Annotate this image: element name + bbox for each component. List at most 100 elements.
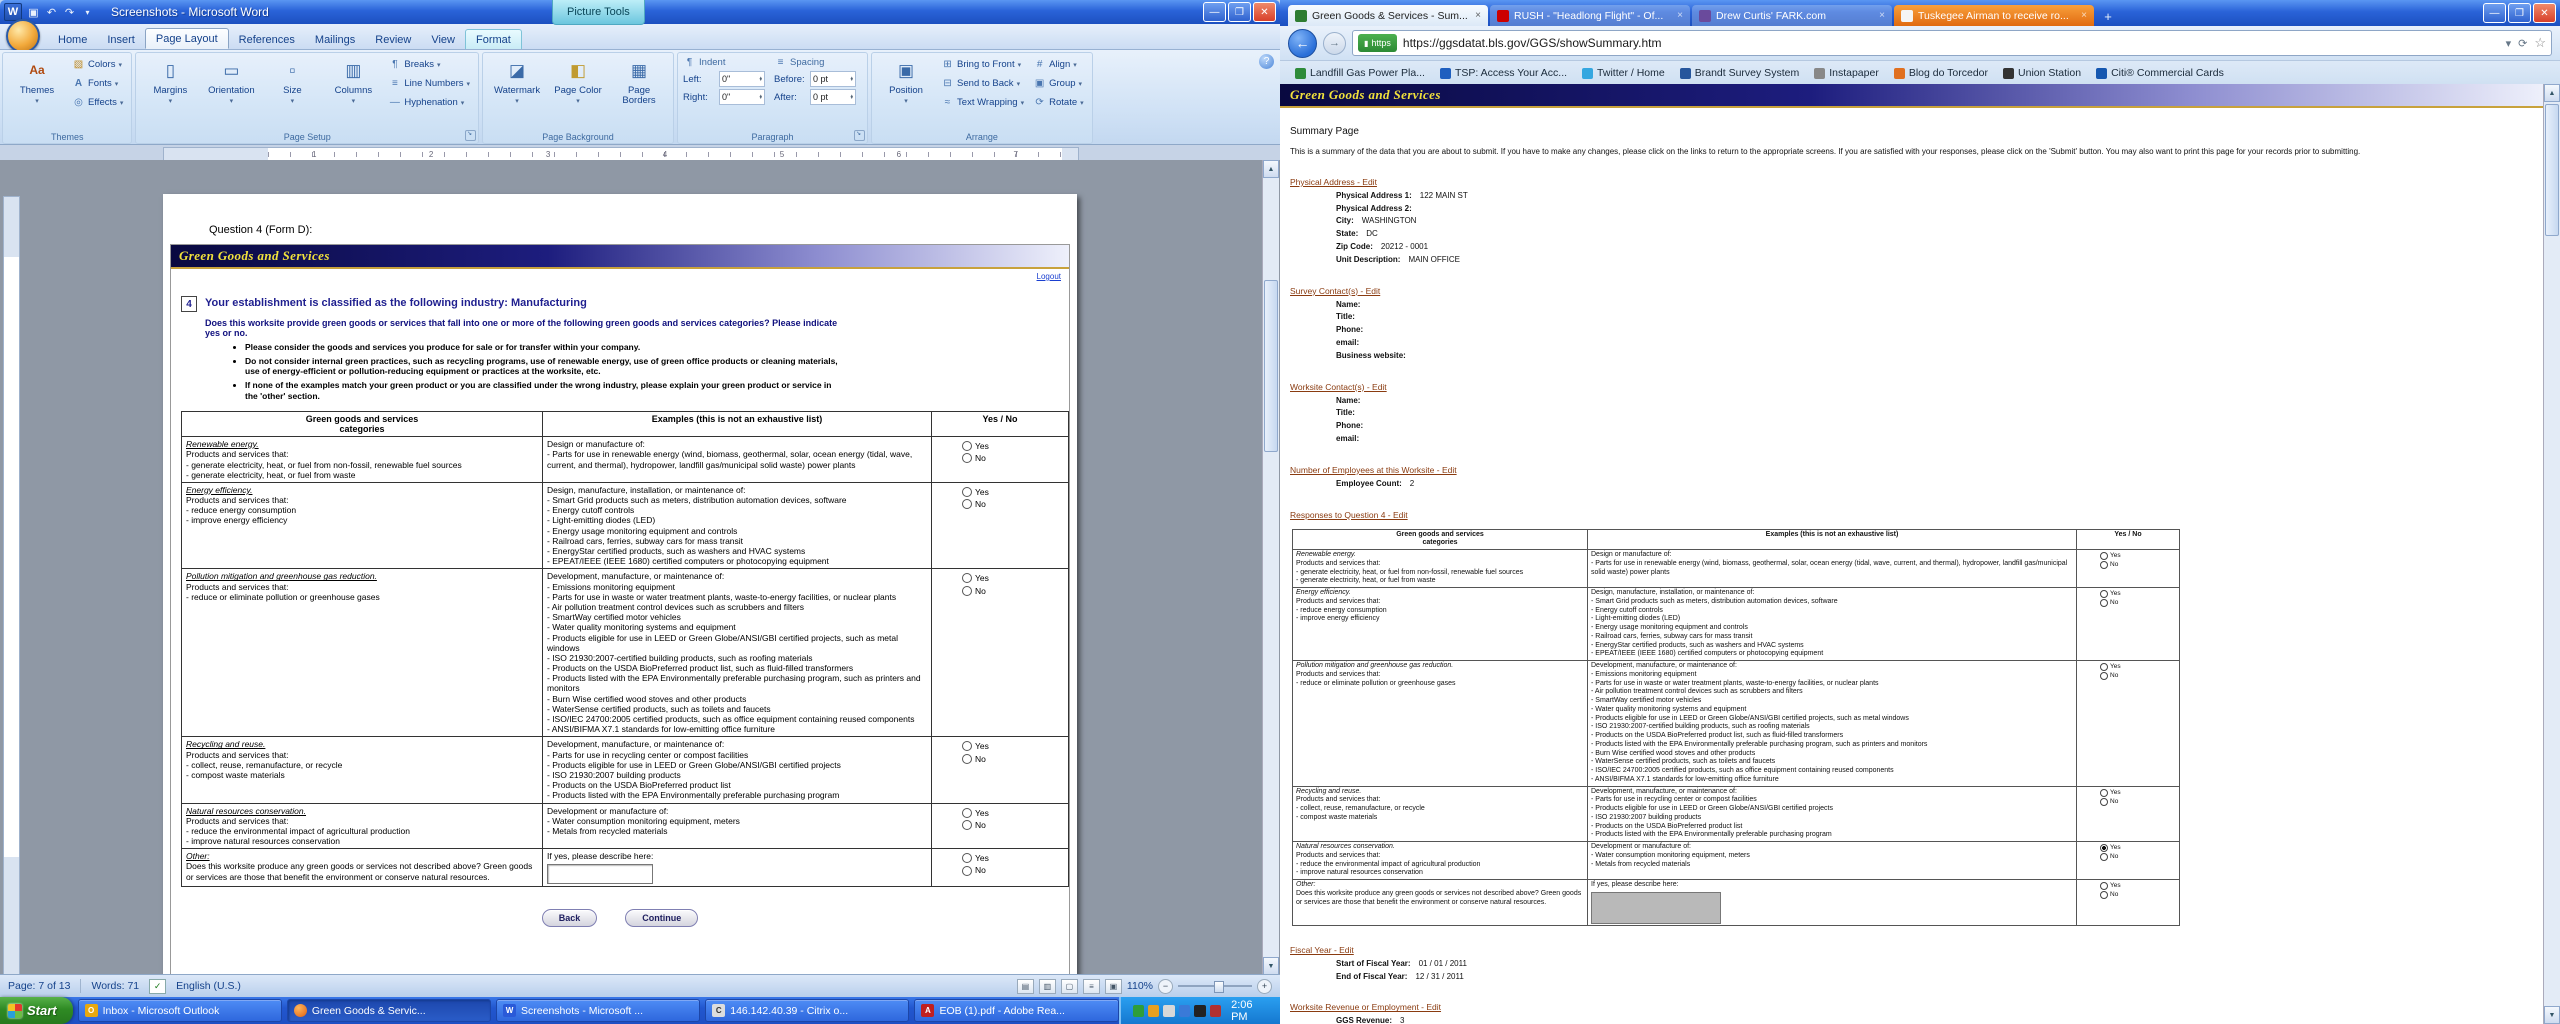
no-radio[interactable]: No [2100,798,2176,806]
yes-radio[interactable]: Yes [2100,844,2176,852]
page-borders-button[interactable]: Page Borders [610,56,668,109]
radio-icon[interactable] [962,866,972,876]
revenue-edit-link[interactable]: Worksite Revenue or Employment - Edit [1290,1002,1441,1012]
bookmark-item[interactable]: Union Station [1996,65,2088,81]
radio-icon[interactable] [962,573,972,583]
tab-page-layout[interactable]: Page Layout [145,28,229,49]
no-radio[interactable]: No [962,499,1064,509]
url-bar[interactable]: https https://ggsdatat.bls.gov/GGS/showS… [1352,30,2552,56]
physical-address-edit-link[interactable]: Physical Address - Edit [1290,177,1377,187]
theme-colors-button[interactable]: Colors [69,56,126,73]
zoom-out-icon[interactable]: − [1158,979,1173,994]
worksite-contact-edit-link[interactable]: Worksite Contact(s) - Edit [1290,382,1387,392]
other-description-input[interactable] [1591,892,1721,924]
close-tab-icon[interactable] [1879,10,1885,21]
yes-radio[interactable]: Yes [2100,789,2176,797]
survey-contact-edit-link[interactable]: Survey Contact(s) - Edit [1290,286,1380,296]
taskbar-item-word[interactable]: Screenshots - Microsoft ... [496,999,700,1022]
document-page[interactable]: Question 4 (Form D): Green Goods and Ser… [163,194,1077,975]
rotate-button[interactable]: Rotate [1030,94,1087,111]
no-radio[interactable]: No [2100,853,2176,861]
radio-icon[interactable] [962,741,972,751]
taskbar-item-adobe[interactable]: EOB (1).pdf - Adobe Rea... [914,999,1118,1022]
bookmark-item[interactable]: Brandt Survey System [1673,65,1806,81]
antivirus-shield-icon[interactable] [1133,1005,1144,1017]
line-numbers-button[interactable]: Line Numbers [385,75,473,92]
radio-icon[interactable] [2100,561,2108,569]
yes-radio[interactable]: Yes [2100,552,2176,560]
indent-right-value[interactable]: 0" [722,92,730,102]
position-button[interactable]: Position [877,56,935,109]
browser-tab-youtube[interactable]: RUSH - "Headlong Flight" - Of... [1490,5,1690,26]
radio-icon[interactable] [962,499,972,509]
columns-button[interactable]: Columns [324,56,382,109]
radio-icon[interactable] [962,820,972,830]
tab-references[interactable]: References [229,30,305,49]
spinner-icon[interactable] [760,77,763,82]
theme-fonts-button[interactable]: Fonts [69,75,126,92]
minimize-button[interactable] [2483,3,2506,23]
indent-left-field[interactable]: Left:0" [683,71,765,87]
text-wrapping-button[interactable]: Text Wrapping [938,94,1027,111]
bookmark-item[interactable]: TSP: Access Your Acc... [1433,65,1574,81]
other-description-input[interactable] [547,864,653,884]
responses-edit-link[interactable]: Responses to Question 4 - Edit [1290,510,1408,520]
word-titlebar[interactable]: Screenshots - Microsoft Word Picture Too… [0,0,1280,24]
qat-dropdown-icon[interactable] [80,5,95,20]
fiscal-year-edit-link[interactable]: Fiscal Year - Edit [1290,945,1354,955]
browser-tab-fark[interactable]: Drew Curtis' FARK.com [1692,5,1892,26]
yes-radio[interactable]: Yes [962,487,1064,497]
yes-radio[interactable]: Yes [962,441,1064,451]
yes-radio[interactable]: Yes [2100,590,2176,598]
undo-icon[interactable] [44,5,59,20]
no-radio[interactable]: No [2100,891,2176,899]
radio-icon[interactable] [2100,590,2108,598]
dialog-launcher-icon[interactable] [854,130,865,141]
close-button[interactable] [1253,2,1276,22]
no-radio[interactable]: No [962,820,1064,830]
continue-button[interactable]: Continue [625,909,698,927]
redo-icon[interactable] [62,5,77,20]
no-radio[interactable]: No [962,586,1064,596]
maximize-button[interactable] [1228,2,1251,22]
browser-tab-ggs[interactable]: Green Goods & Services - Sum... [1288,5,1488,26]
scroll-up-icon[interactable] [1263,160,1279,178]
tab-home[interactable]: Home [48,30,97,49]
taskbar-item-citrix[interactable]: 146.142.40.39 - Citrix o... [705,999,909,1022]
radio-icon[interactable] [962,853,972,863]
draft-view-icon[interactable]: ▣ [1105,979,1122,994]
radio-icon[interactable] [2100,552,2108,560]
send-to-back-button[interactable]: Send to Back [938,75,1027,92]
radio-icon[interactable] [962,754,972,764]
url-dropdown-icon[interactable] [2506,37,2512,50]
scroll-down-icon[interactable] [1263,957,1279,975]
bookmark-item[interactable]: Twitter / Home [1575,65,1672,81]
zoom-slider-thumb[interactable] [1214,981,1224,993]
bookmark-star-icon[interactable] [2534,35,2546,51]
dialog-launcher-icon[interactable] [465,130,476,141]
theme-effects-button[interactable]: Effects [69,94,126,111]
hyphenation-button[interactable]: Hyphenation [385,94,473,111]
back-button[interactable]: Back [542,909,598,927]
close-tab-icon[interactable] [2081,10,2087,21]
indent-left-value[interactable]: 0" [722,74,730,84]
bookmark-item[interactable]: Blog do Torcedor [1887,65,1995,81]
bookmark-item[interactable]: Citi® Commercial Cards [2089,65,2231,81]
forward-button[interactable] [1323,32,1346,55]
tab-format[interactable]: Format [465,29,522,49]
tab-mailings[interactable]: Mailings [305,30,365,49]
spacing-before-field[interactable]: Before:0 pt [774,71,856,87]
close-tab-icon[interactable] [1475,10,1481,21]
bookmark-item[interactable]: Instapaper [1807,65,1886,81]
yes-radio[interactable]: Yes [962,573,1064,583]
orientation-button[interactable]: Orientation [202,56,260,109]
clock[interactable]: 2:06 PM [1231,999,1270,1023]
spacing-after-field[interactable]: After:0 pt [774,89,856,105]
no-radio[interactable]: No [2100,561,2176,569]
group-button[interactable]: Group [1030,75,1087,92]
radio-icon[interactable] [2100,844,2108,852]
network-icon[interactable] [1179,1005,1190,1017]
radio-icon[interactable] [962,441,972,451]
word-vertical-scrollbar[interactable] [1262,160,1279,975]
zoom-level[interactable]: 110% [1127,980,1153,992]
